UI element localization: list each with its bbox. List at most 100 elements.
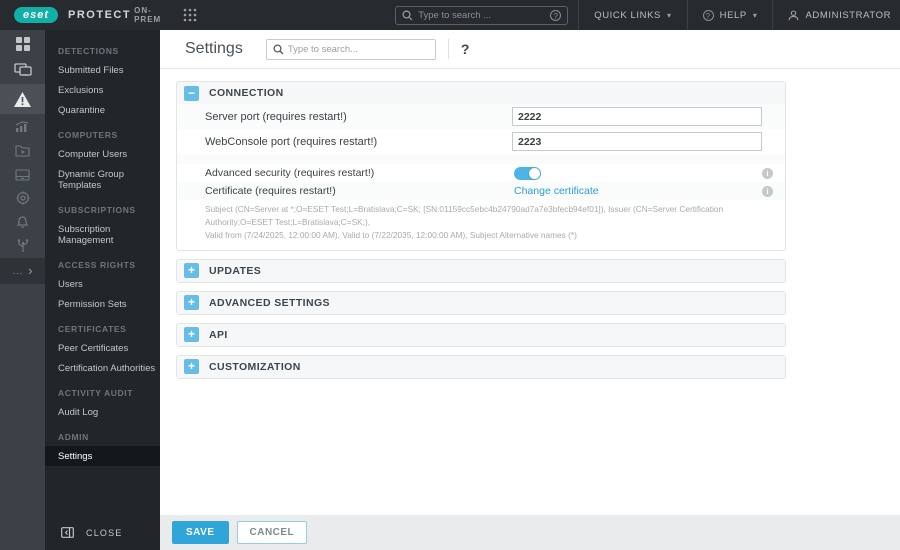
expand-section-icon[interactable]: + bbox=[184, 263, 199, 279]
page-title: Settings bbox=[185, 40, 243, 57]
sidebar-item-submitted-files[interactable]: Submitted Files bbox=[45, 60, 160, 80]
sidebar-section-computers: COMPUTERS bbox=[58, 130, 118, 140]
certificate-row: Certificate (requires restart!) Change c… bbox=[177, 182, 785, 200]
advanced-security-row: Advanced security (requires restart!) i bbox=[177, 164, 785, 182]
tasks-icon[interactable] bbox=[0, 138, 45, 162]
cancel-button[interactable]: CANCEL bbox=[236, 521, 308, 544]
page-help-icon[interactable]: ? bbox=[461, 41, 470, 57]
more-icon: ... bbox=[12, 266, 24, 276]
expand-section-icon[interactable]: + bbox=[184, 295, 199, 311]
sidebar-section-admin: ADMIN bbox=[58, 432, 89, 442]
global-search-input[interactable] bbox=[418, 9, 551, 21]
connection-section-header[interactable]: − CONNECTION bbox=[177, 82, 785, 104]
info-icon[interactable]: i bbox=[762, 185, 773, 197]
sidebar-section-access-rights: ACCESS RIGHTS bbox=[58, 260, 136, 270]
webconsole-port-input[interactable] bbox=[512, 132, 762, 151]
section-title: UPDATES bbox=[209, 264, 262, 277]
customization-section-header[interactable]: + CUSTOMIZATION bbox=[177, 355, 785, 378]
sidebar-item-exclusions[interactable]: Exclusions bbox=[45, 80, 160, 100]
section-title: CONNECTION bbox=[209, 87, 284, 99]
installers-icon[interactable] bbox=[0, 162, 45, 186]
certificate-details-line1: Subject (CN=Server at *;O=ESET Test;L=Br… bbox=[205, 204, 724, 227]
save-button[interactable]: SAVE bbox=[172, 521, 229, 544]
api-section-header[interactable]: + API bbox=[177, 323, 785, 346]
reports-icon[interactable] bbox=[0, 114, 45, 138]
status-overview-icon[interactable] bbox=[0, 234, 45, 258]
top-bar: eset PROTECT ON-PREM ? QUICK LINKS ▾ ? H… bbox=[0, 0, 900, 30]
section-title: ADVANCED SETTINGS bbox=[209, 296, 330, 309]
policies-icon[interactable] bbox=[0, 186, 45, 210]
main-area: Settings ? − CONNECTION Server port (req… bbox=[160, 30, 900, 550]
eset-logo[interactable]: eset bbox=[14, 7, 59, 23]
server-port-input[interactable] bbox=[512, 107, 762, 126]
expand-section-icon[interactable]: + bbox=[184, 359, 199, 375]
apps-grid-icon[interactable] bbox=[183, 8, 197, 22]
sidebar-item-dynamic-group-templates[interactable]: Dynamic Group Templates bbox=[45, 164, 160, 195]
notifications-icon[interactable] bbox=[0, 210, 45, 234]
sidebar-item-settings[interactable]: Settings bbox=[45, 446, 160, 466]
advanced-settings-section: + ADVANCED SETTINGS bbox=[176, 290, 786, 315]
sidebar-section-detections: DETECTIONS bbox=[58, 46, 119, 56]
sidebar-item-subscription-management[interactable]: Subscription Management bbox=[45, 219, 160, 250]
certificate-label: Certificate (requires restart!) bbox=[205, 185, 336, 197]
user-icon bbox=[788, 9, 799, 21]
change-certificate-link[interactable]: Change certificate bbox=[514, 185, 599, 197]
sidebar-item-certification-authorities[interactable]: Certification Authorities bbox=[45, 358, 160, 378]
section-title: API bbox=[209, 328, 228, 341]
help-menu[interactable]: ? HELP ▾ bbox=[686, 0, 773, 30]
sidebar-item-peer-certificates[interactable]: Peer Certificates bbox=[45, 338, 160, 358]
server-port-label: Server port (requires restart!) bbox=[205, 110, 347, 123]
help-label: HELP bbox=[719, 9, 747, 21]
divider bbox=[177, 154, 785, 164]
collapse-section-icon[interactable]: − bbox=[184, 85, 199, 101]
dashboard-icon[interactable] bbox=[0, 30, 45, 57]
sidebar-section-activity-audit: ACTIVITY AUDIT bbox=[58, 388, 133, 398]
quick-links-menu[interactable]: QUICK LINKS ▾ bbox=[578, 0, 686, 30]
product-suffix: ON-PREM bbox=[134, 6, 162, 24]
settings-content: − CONNECTION Server port (requires resta… bbox=[160, 69, 900, 379]
divider bbox=[447, 39, 449, 59]
chevron-down-icon: ▾ bbox=[752, 10, 758, 20]
sidebar-item-audit-log[interactable]: Audit Log bbox=[45, 402, 160, 422]
sidebar-section-subscriptions: SUBSCRIPTIONS bbox=[58, 205, 136, 215]
user-menu[interactable]: ADMINISTRATOR bbox=[772, 0, 900, 30]
chevron-down-icon: ▾ bbox=[667, 10, 672, 20]
webconsole-port-row: WebConsole port (requires restart!) bbox=[177, 129, 785, 154]
updates-section-header[interactable]: + UPDATES bbox=[177, 259, 785, 282]
search-help-icon[interactable]: ? bbox=[550, 9, 562, 21]
icon-rail: ... › bbox=[0, 30, 45, 550]
collapse-sidebar-icon bbox=[61, 527, 74, 538]
search-icon bbox=[402, 9, 413, 21]
search-icon bbox=[273, 43, 284, 55]
expand-section-icon[interactable]: + bbox=[184, 327, 199, 343]
action-footer: SAVE CANCEL bbox=[160, 515, 900, 550]
certificate-details-line2: Valid from (7/24/2025, 12:00:00 AM), Val… bbox=[205, 229, 577, 240]
product-name: PROTECT bbox=[68, 9, 132, 21]
section-title: CUSTOMIZATION bbox=[209, 360, 301, 373]
sidebar-item-quarantine[interactable]: Quarantine bbox=[45, 100, 160, 120]
collapse-sidebar-button[interactable]: CLOSE bbox=[45, 521, 160, 544]
webconsole-port-label: WebConsole port (requires restart!) bbox=[205, 135, 378, 148]
advanced-settings-section-header[interactable]: + ADVANCED SETTINGS bbox=[177, 291, 785, 314]
expand-rail-button[interactable]: ... › bbox=[0, 258, 45, 284]
sidebar-menu: DETECTIONS Submitted Files Exclusions Qu… bbox=[45, 30, 160, 550]
connection-section: − CONNECTION Server port (requires resta… bbox=[176, 81, 786, 251]
sidebar-section-certificates: CERTIFICATES bbox=[58, 324, 127, 334]
sidebar-item-permission-sets[interactable]: Permission Sets bbox=[45, 294, 160, 314]
global-search[interactable]: ? bbox=[395, 5, 569, 25]
settings-search[interactable] bbox=[265, 38, 436, 60]
advanced-security-label: Advanced security (requires restart!) bbox=[205, 167, 375, 179]
help-icon: ? bbox=[702, 9, 714, 21]
sidebar-item-users[interactable]: Users bbox=[45, 274, 160, 294]
settings-search-input[interactable] bbox=[287, 43, 429, 55]
detections-icon[interactable] bbox=[0, 84, 45, 114]
info-icon[interactable]: i bbox=[762, 167, 773, 179]
chevron-right-icon: › bbox=[28, 263, 33, 278]
api-section: + API bbox=[176, 322, 786, 347]
customization-section: + CUSTOMIZATION bbox=[176, 354, 786, 379]
sidebar-item-computer-users[interactable]: Computer Users bbox=[45, 144, 160, 164]
quick-links-label: QUICK LINKS bbox=[594, 9, 661, 21]
page-header: Settings ? bbox=[160, 30, 900, 69]
advanced-security-toggle[interactable] bbox=[514, 166, 541, 180]
computers-icon[interactable] bbox=[0, 57, 45, 84]
